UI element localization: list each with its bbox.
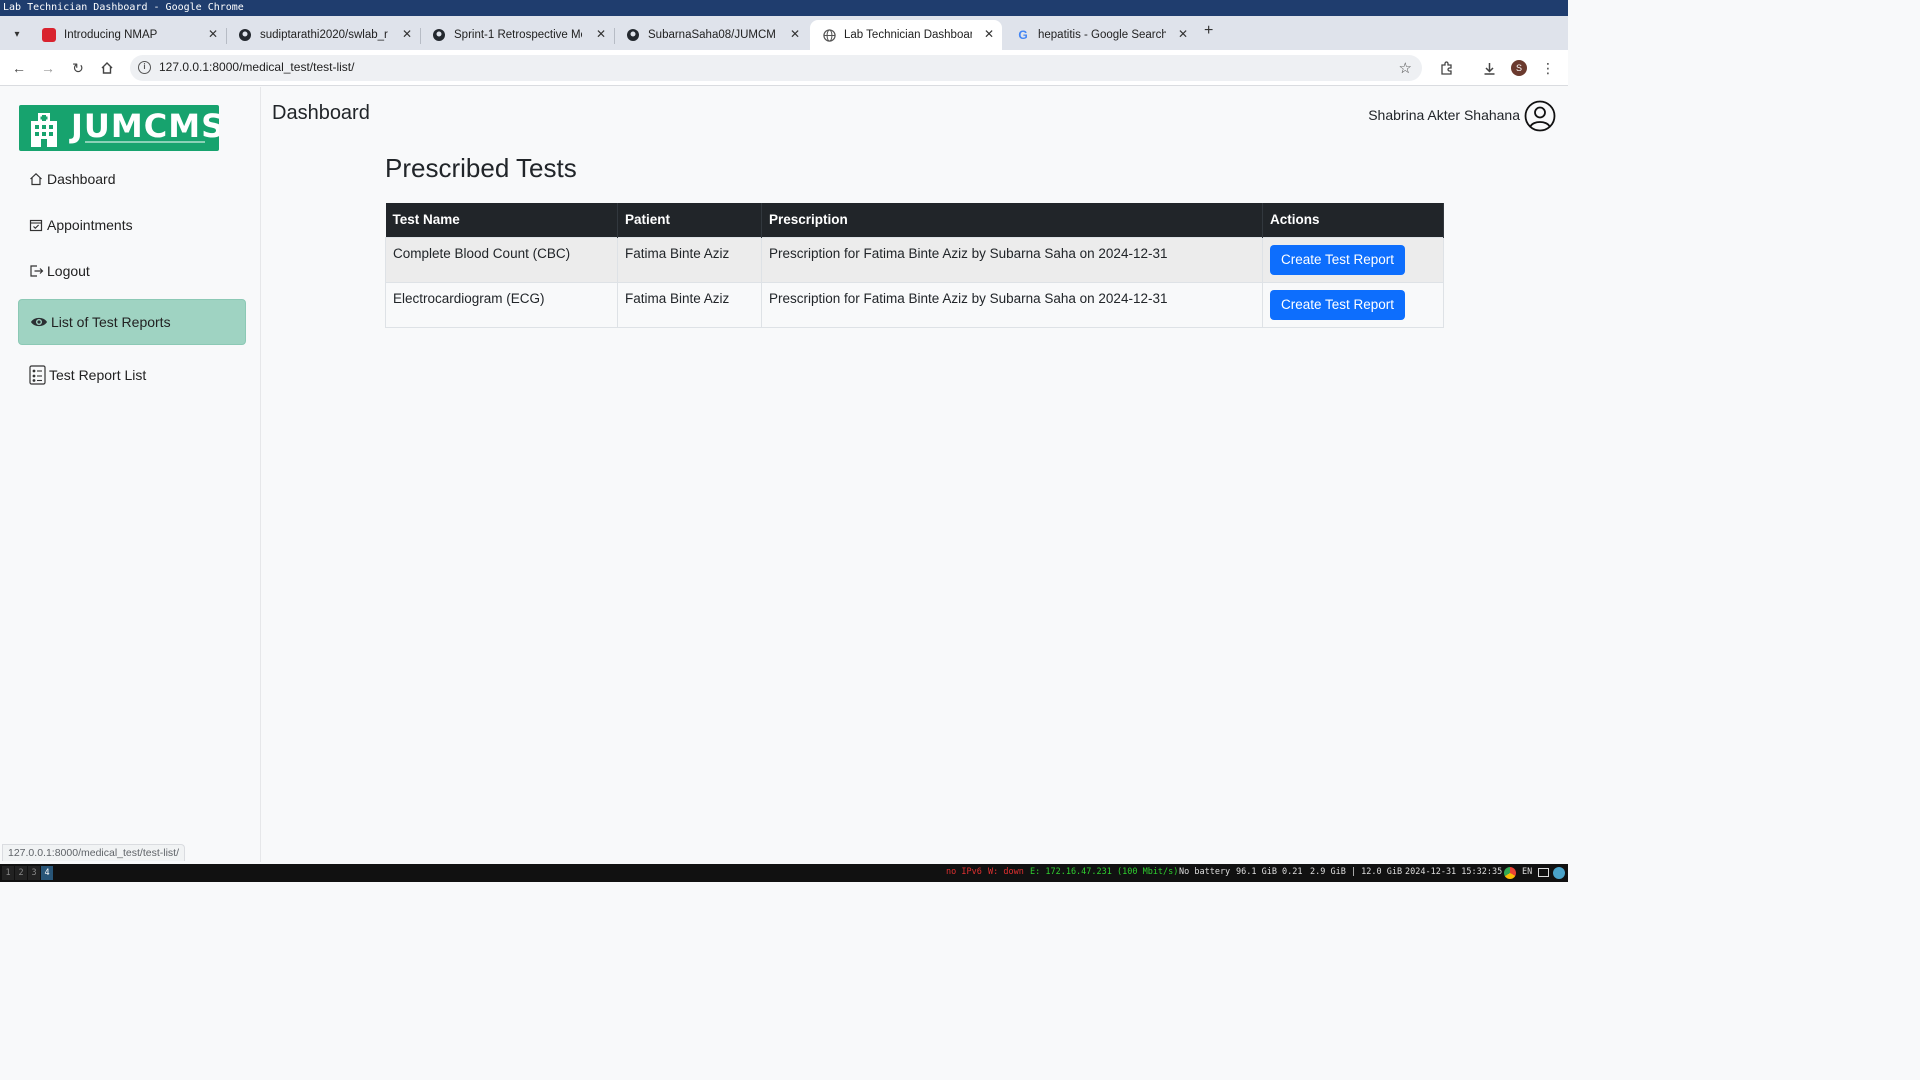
table-row: Complete Blood Count (CBC) Fatima Binte … <box>385 236 1444 283</box>
tab-lab-dashboard[interactable]: Lab Technician Dashboard ✕ <box>810 20 1002 50</box>
patient-cell: Fatima Binte Aziz <box>617 281 762 328</box>
workspace-3[interactable]: 3 <box>28 866 40 880</box>
reload-icon[interactable]: ↻ <box>69 59 87 77</box>
tab-swlab[interactable]: sudiptarathi2020/swlab_rep ✕ <box>226 20 420 50</box>
wifi-status: W: down <box>988 867 1024 877</box>
sidebar-item-label: List of Test Reports <box>51 314 171 330</box>
display-tray-icon[interactable] <box>1538 868 1549 877</box>
sidebar-item-list-of-test-reports[interactable]: List of Test Reports <box>18 299 246 345</box>
site-info-icon[interactable]: i <box>138 61 151 74</box>
nmap-icon <box>42 28 56 42</box>
close-icon[interactable]: ✕ <box>596 27 606 41</box>
table-row: Electrocardiogram (ECG) Fatima Binte Azi… <box>385 281 1444 328</box>
ethernet-status: E: 172.16.47.231 (100 Mbit/s) <box>1030 867 1179 877</box>
os-taskbar: 1 2 3 4 no IPv6 W: down E: 172.16.47.231… <box>0 864 1568 882</box>
logout-icon <box>28 263 44 279</box>
menu-kebab-icon[interactable]: ⋮ <box>1539 59 1557 77</box>
google-icon: G <box>1018 28 1028 42</box>
sidebar-item-label: Appointments <box>47 217 133 233</box>
sidebar-item-appointments[interactable]: Appointments <box>18 203 246 247</box>
jumcms-logo[interactable]: JUMCMS <box>19 105 219 151</box>
prescribed-tests-table: Test Name Patient Prescription Actions C… <box>385 203 1444 328</box>
user-avatar-icon[interactable] <box>1524 100 1556 132</box>
person-lines-icon <box>28 365 46 385</box>
sidebar-item-logout[interactable]: Logout <box>18 249 246 293</box>
new-tab-icon[interactable]: + <box>1204 22 1213 40</box>
workspace-4[interactable]: 4 <box>41 866 53 880</box>
close-icon[interactable]: ✕ <box>208 27 218 41</box>
close-icon[interactable]: ✕ <box>402 27 412 41</box>
sidebar-item-test-report-list[interactable]: Test Report List <box>18 353 246 397</box>
globe-icon <box>822 28 836 42</box>
column-header: Test Name <box>385 203 618 237</box>
workspace-1[interactable]: 1 <box>2 866 14 880</box>
battery-status: No battery <box>1179 867 1231 877</box>
extensions-icon[interactable] <box>1437 59 1455 77</box>
url-text[interactable]: 127.0.0.1:8000/medical_test/test-list/ <box>159 60 354 74</box>
prescription-cell: Prescription for Fatima Binte Aziz by Su… <box>761 236 1263 283</box>
tab-nmap[interactable]: Introducing NMAP ✕ <box>30 20 226 50</box>
github-icon <box>238 28 252 42</box>
page-title: Dashboard <box>272 102 370 124</box>
column-header: Prescription <box>761 203 1263 237</box>
column-header: Patient <box>617 203 762 237</box>
sidebar-item-label: Logout <box>47 263 90 279</box>
address-bar[interactable]: i 127.0.0.1:8000/medical_test/test-list/… <box>130 55 1422 81</box>
github-icon <box>626 28 640 42</box>
hospital-building-icon <box>31 113 57 147</box>
window-title: Lab Technician Dashboard - Google Chrome <box>0 0 1568 16</box>
workspace-2[interactable]: 2 <box>15 866 27 880</box>
sidebar: JUMCMS Dashboard Appointments Logout Lis… <box>0 87 261 862</box>
sidebar-item-label: Test Report List <box>49 367 147 383</box>
table-header-row: Test Name Patient Prescription Actions <box>385 203 1444 237</box>
actions-cell: Create Test Report <box>1262 281 1444 328</box>
status-bar-url: 127.0.0.1:8000/medical_test/test-list/ <box>2 844 186 861</box>
download-icon[interactable] <box>1480 59 1498 77</box>
browser-toolbar: ← → ↻ i 127.0.0.1:8000/medical_test/test… <box>0 50 1568 86</box>
create-test-report-button[interactable]: Create Test Report <box>1270 289 1406 320</box>
patient-cell: Fatima Binte Aziz <box>617 236 762 283</box>
create-test-report-button[interactable]: Create Test Report <box>1270 244 1406 275</box>
page: JUMCMS Dashboard Appointments Logout Lis… <box>0 87 1568 862</box>
keyboard-layout[interactable]: EN <box>1522 867 1532 877</box>
test-name-cell: Complete Blood Count (CBC) <box>385 236 618 283</box>
sidebar-item-label: Dashboard <box>47 171 116 187</box>
home-icon <box>28 171 44 187</box>
tab-google-search[interactable]: G hepatitis - Google Search ✕ <box>1004 20 1196 50</box>
prescription-cell: Prescription for Fatima Binte Aziz by Su… <box>761 281 1263 328</box>
eye-icon <box>29 314 48 330</box>
actions-cell: Create Test Report <box>1262 236 1444 283</box>
tab-jumcms-repo[interactable]: SubarnaSaha08/JUMCMS-Ja ✕ <box>614 20 808 50</box>
section-title: Prescribed Tests <box>385 153 577 183</box>
sidebar-item-dashboard[interactable]: Dashboard <box>18 157 246 201</box>
column-header: Actions <box>1262 203 1444 237</box>
forward-icon[interactable]: → <box>39 59 57 77</box>
memory-status: 2.9 GiB | 12.0 GiB <box>1310 867 1403 877</box>
logo-text: JUMCMS <box>71 107 226 145</box>
tab-search-icon[interactable]: ▾ <box>6 24 28 44</box>
test-name-cell: Electrocardiogram (ECG) <box>385 281 618 328</box>
tab-sprint[interactable]: Sprint-1 Retrospective Meet ✕ <box>420 20 614 50</box>
home-icon[interactable] <box>98 59 116 77</box>
github-icon <box>432 28 446 42</box>
close-icon[interactable]: ✕ <box>790 27 800 41</box>
logo-tagline-line <box>85 141 205 143</box>
disk-status: 96.1 GiB <box>1236 867 1277 877</box>
ipv6-status: no IPv6 <box>946 867 982 877</box>
close-icon[interactable]: ✕ <box>984 27 994 41</box>
chrome-tray-icon[interactable] <box>1504 867 1516 879</box>
close-icon[interactable]: ✕ <box>1178 27 1188 41</box>
profile-avatar-icon[interactable]: S <box>1510 59 1528 77</box>
datetime-status: 2024-12-31 15:32:35 <box>1405 867 1503 877</box>
user-name[interactable]: Shabrina Akter Shahana <box>1368 107 1520 123</box>
network-tray-icon[interactable] <box>1553 867 1565 879</box>
bookmark-star-icon[interactable]: ☆ <box>1399 59 1412 77</box>
load-status: 0.21 <box>1282 867 1303 877</box>
back-icon[interactable]: ← <box>10 59 28 77</box>
calendar-check-icon <box>28 217 44 233</box>
tab-strip: ▾ Introducing NMAP ✕ sudiptarathi2020/sw… <box>0 16 1568 50</box>
